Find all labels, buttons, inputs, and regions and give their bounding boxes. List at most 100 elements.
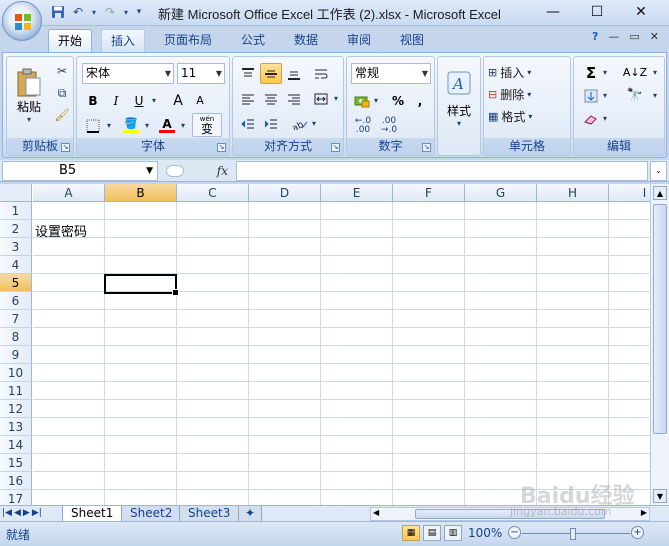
row-header-16[interactable]: 16 bbox=[0, 472, 32, 490]
decrease-decimal-button[interactable]: .00 →.0 bbox=[377, 115, 401, 136]
grow-font-button[interactable]: A bbox=[167, 90, 189, 111]
office-button[interactable] bbox=[2, 1, 42, 41]
orientation-icon[interactable]: ab bbox=[289, 113, 311, 134]
row-header-17[interactable]: 17 bbox=[0, 490, 32, 505]
copy-icon[interactable]: ⧉ bbox=[53, 84, 71, 102]
tab-home[interactable]: 开始 bbox=[48, 29, 93, 52]
row-header-7[interactable]: 7 bbox=[0, 310, 32, 328]
maximize-button[interactable]: ☐ bbox=[575, 2, 619, 22]
styles-button[interactable]: A 样式 ▾ bbox=[441, 61, 477, 137]
increase-indent-icon[interactable] bbox=[260, 113, 282, 134]
font-color-button[interactable]: A bbox=[156, 115, 178, 136]
sheet-tab-sheet2[interactable]: Sheet2 bbox=[121, 506, 182, 522]
row-header-2[interactable]: 2 bbox=[0, 220, 32, 238]
redo-dropdown-icon[interactable]: ▾ bbox=[122, 4, 130, 20]
zoom-out-icon[interactable]: − bbox=[508, 526, 521, 539]
column-header-e[interactable]: E bbox=[321, 184, 393, 202]
cut-icon[interactable]: ✂ bbox=[53, 62, 71, 80]
orientation-dropdown-icon[interactable]: ▾ bbox=[309, 113, 319, 134]
column-header-c[interactable]: C bbox=[177, 184, 249, 202]
tab-insert[interactable]: 插入 bbox=[101, 29, 146, 52]
underline-button[interactable]: U bbox=[128, 90, 150, 111]
cell-a2[interactable]: 设置密码 bbox=[35, 221, 87, 240]
fill-down-icon[interactable] bbox=[580, 85, 602, 106]
row-header-9[interactable]: 9 bbox=[0, 346, 32, 364]
insert-sheet-icon[interactable]: ✦ bbox=[238, 506, 263, 522]
sort-dropdown-icon[interactable]: ▾ bbox=[650, 62, 660, 83]
selected-cell-b5[interactable] bbox=[104, 274, 179, 296]
insert-cells-button[interactable]: ⊞ 插入 ▾ bbox=[488, 62, 531, 82]
redo-icon[interactable]: ↷ bbox=[102, 4, 118, 20]
font-name-combo[interactable]: 宋体 ▼ bbox=[82, 63, 174, 84]
sheet-tab-sheet3[interactable]: Sheet3 bbox=[179, 506, 240, 522]
align-bottom-icon[interactable] bbox=[283, 63, 305, 84]
row-header-12[interactable]: 12 bbox=[0, 400, 32, 418]
vertical-scroll-thumb[interactable] bbox=[653, 204, 667, 434]
row-header-11[interactable]: 11 bbox=[0, 382, 32, 400]
find-select-icon[interactable]: 🔭 bbox=[620, 85, 650, 106]
row-header-3[interactable]: 3 bbox=[0, 238, 32, 256]
workbook-close-button[interactable]: ✕ bbox=[650, 30, 659, 43]
align-center-icon[interactable] bbox=[260, 88, 282, 109]
format-painter-icon[interactable]: 🖌 bbox=[53, 106, 71, 124]
accounting-format-icon[interactable] bbox=[351, 90, 373, 111]
fill-color-dropdown-icon[interactable]: ▾ bbox=[142, 115, 152, 136]
insert-function-button[interactable]: fx bbox=[217, 164, 228, 178]
delete-cells-button[interactable]: ⊟ 删除 ▾ bbox=[488, 84, 531, 104]
row-header-5[interactable]: 5 bbox=[0, 274, 32, 292]
phonetic-button[interactable]: wén 变 bbox=[192, 113, 222, 137]
fill-dropdown-icon[interactable]: ▾ bbox=[600, 85, 610, 106]
worksheet-grid[interactable]: ABCDEFGHI 1 2 3 4 5 6 7 8 9 10 11 12 13 14 15 16 17 设置密码 bbox=[0, 184, 650, 505]
shrink-font-button[interactable]: A bbox=[189, 90, 211, 111]
page-break-view-icon[interactable]: ▥ bbox=[444, 525, 462, 541]
clear-eraser-icon[interactable] bbox=[580, 108, 602, 129]
percent-button[interactable]: % bbox=[387, 90, 409, 111]
italic-button[interactable]: I bbox=[105, 90, 127, 111]
autosum-button[interactable]: Σ bbox=[580, 62, 602, 83]
row-header-4[interactable]: 4 bbox=[0, 256, 32, 274]
sort-filter-icon[interactable]: A↓Z bbox=[620, 62, 650, 83]
tab-formulas[interactable]: 公式 bbox=[232, 29, 274, 52]
vertical-scrollbar[interactable]: ▲ ▼ bbox=[650, 184, 669, 505]
close-button[interactable]: ✕ bbox=[619, 2, 663, 22]
row-header-1[interactable]: 1 bbox=[0, 202, 32, 220]
scroll-up-icon[interactable]: ▲ bbox=[653, 186, 667, 200]
align-middle-icon[interactable] bbox=[260, 63, 282, 84]
normal-view-icon[interactable]: ▦ bbox=[402, 525, 420, 541]
fill-color-button[interactable]: 🪣 bbox=[120, 115, 142, 136]
find-dropdown-icon[interactable]: ▾ bbox=[650, 85, 660, 106]
page-layout-view-icon[interactable]: ▤ bbox=[423, 525, 441, 541]
expand-formula-bar-icon[interactable]: ⌄ bbox=[650, 161, 667, 181]
scroll-down-icon[interactable]: ▼ bbox=[653, 489, 667, 503]
sheet-tab-sheet1[interactable]: Sheet1 bbox=[62, 506, 123, 522]
number-format-combo[interactable]: 常规 ▼ bbox=[351, 63, 431, 84]
formula-input[interactable] bbox=[236, 161, 648, 181]
row-header-15[interactable]: 15 bbox=[0, 454, 32, 472]
increase-decimal-button[interactable]: ←.0.00 bbox=[351, 115, 375, 136]
tab-page-layout[interactable]: 页面布局 bbox=[155, 29, 221, 52]
scroll-right-icon[interactable]: ▶ bbox=[641, 508, 647, 517]
next-sheet-icon[interactable]: ▶ bbox=[23, 508, 30, 518]
prev-sheet-icon[interactable]: ◀ bbox=[14, 508, 21, 518]
zoom-level[interactable]: 100% bbox=[468, 526, 502, 540]
decrease-indent-icon[interactable] bbox=[237, 113, 259, 134]
column-header-f[interactable]: F bbox=[393, 184, 465, 202]
tab-data[interactable]: 数据 bbox=[285, 29, 327, 52]
align-top-icon[interactable] bbox=[237, 63, 259, 84]
font-color-dropdown-icon[interactable]: ▾ bbox=[178, 115, 188, 136]
last-sheet-icon[interactable]: ▶| bbox=[32, 508, 42, 518]
autosum-dropdown-icon[interactable]: ▾ bbox=[600, 62, 610, 83]
accounting-dropdown-icon[interactable]: ▾ bbox=[371, 90, 381, 111]
column-header-g[interactable]: G bbox=[465, 184, 537, 202]
font-size-combo[interactable]: 11 ▼ bbox=[177, 63, 225, 84]
workbook-restore-button[interactable]: ▭ bbox=[629, 30, 639, 43]
tab-view[interactable]: 视图 bbox=[391, 29, 433, 52]
zoom-slider[interactable]: − + bbox=[508, 526, 644, 540]
row-header-14[interactable]: 14 bbox=[0, 436, 32, 454]
underline-dropdown-icon[interactable]: ▾ bbox=[149, 90, 159, 111]
save-icon[interactable] bbox=[50, 4, 66, 20]
comma-button[interactable]: , bbox=[409, 90, 431, 111]
merge-dropdown-icon[interactable]: ▾ bbox=[331, 88, 341, 109]
select-all-corner[interactable] bbox=[0, 184, 32, 202]
column-header-d[interactable]: D bbox=[249, 184, 321, 202]
